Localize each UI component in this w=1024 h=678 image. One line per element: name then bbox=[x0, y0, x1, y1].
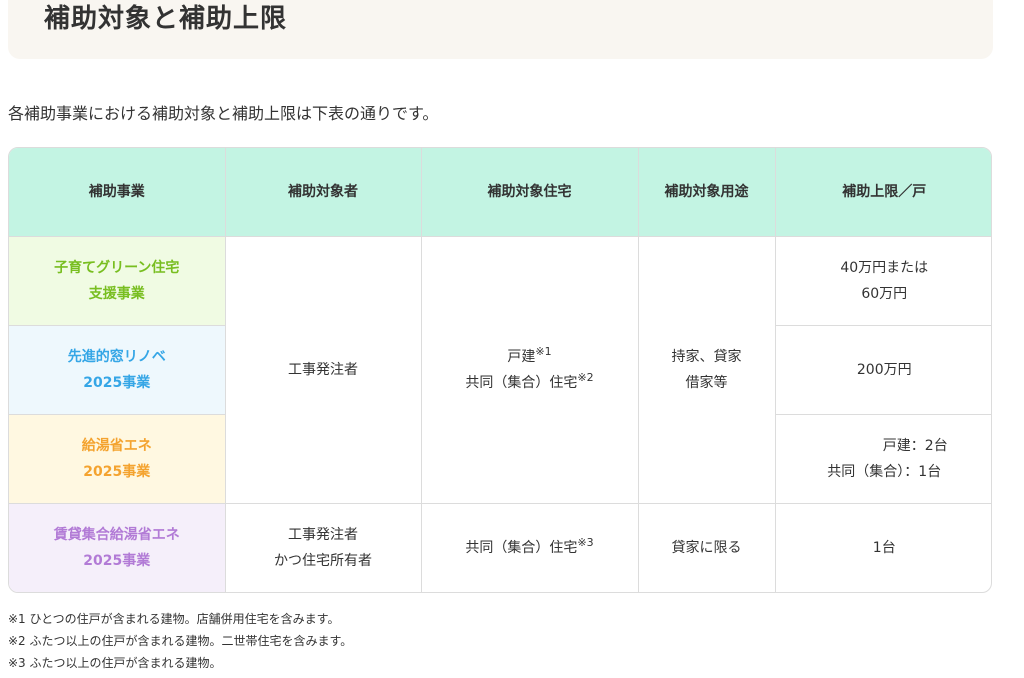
section-title: 補助対象と補助上限 bbox=[44, 4, 288, 34]
section-title-box: 補助対象と補助上限 bbox=[8, 0, 993, 59]
intro-text: 各補助事業における補助対象と補助上限は下表の通りです。 bbox=[8, 104, 439, 123]
footnote-3: ※3 ふたつ以上の住戸が含まれる建物。 bbox=[8, 656, 222, 670]
program-name-line1: 子育てグリーン住宅 bbox=[54, 260, 180, 276]
program-cell: 賃貸集合給湯省エネ 2025事業 bbox=[9, 503, 226, 592]
header-use: 補助対象用途 bbox=[637, 148, 776, 237]
cap-cell: 40万円または 60万円 bbox=[774, 236, 991, 326]
use-cell: 貸家に限る bbox=[637, 503, 776, 592]
program-cell: 先進的窓リノベ 2025事業 bbox=[9, 325, 226, 415]
header-cap: 補助上限／戸 bbox=[774, 148, 991, 237]
footnotes: ※1 ひとつの住戸が含まれる建物。店舗併用住宅を含みます。 ※2 ふたつ以上の住… bbox=[8, 608, 352, 674]
program-name-line2: 2025事業 bbox=[83, 375, 151, 391]
footnote-1: ※1 ひとつの住戸が含まれる建物。店舗併用住宅を含みます。 bbox=[8, 612, 340, 626]
housing-text: 共同（集合）住宅 bbox=[465, 540, 578, 557]
housing-cell-merged: 戸建※1 共同（集合）住宅※2 bbox=[420, 236, 639, 504]
program-name-line1: 給湯省エネ bbox=[81, 438, 152, 454]
housing-note2: ※2 bbox=[577, 371, 594, 384]
cap-line1: 戸建：2台 bbox=[882, 438, 948, 454]
target-line1: 工事発注者 bbox=[288, 527, 358, 544]
subsidy-table: 補助事業 補助対象者 補助対象住宅 補助対象用途 補助上限／戸 子育てグリーン住… bbox=[8, 147, 992, 593]
cap-cell: 200万円 bbox=[774, 325, 991, 415]
cap-value: 1台 bbox=[872, 540, 896, 557]
header-program: 補助事業 bbox=[9, 148, 226, 237]
housing-line2: 共同（集合）住宅 bbox=[465, 375, 578, 391]
target-cell: 工事発注者 かつ住宅所有者 bbox=[224, 503, 422, 592]
use-cell-merged: 持家、貸家 借家等 bbox=[637, 236, 776, 504]
header-target: 補助対象者 bbox=[224, 148, 422, 237]
program-name-line2: 2025事業 bbox=[83, 464, 151, 480]
program-name-line1: 賃貸集合給湯省エネ bbox=[53, 527, 180, 544]
cap-line2: 60万円 bbox=[861, 286, 908, 302]
program-name-line2: 2025事業 bbox=[83, 553, 151, 570]
target-text: 工事発注者 bbox=[288, 362, 358, 378]
cap-line1: 40万円または bbox=[840, 260, 929, 276]
use-line1: 持家、貸家 bbox=[671, 349, 742, 365]
housing-line1: 戸建 bbox=[507, 349, 536, 365]
table-header-row: 補助事業 補助対象者 補助対象住宅 補助対象用途 補助上限／戸 bbox=[9, 148, 991, 237]
header-housing: 補助対象住宅 bbox=[420, 148, 639, 237]
target-line2: かつ住宅所有者 bbox=[274, 553, 372, 570]
footnote-2: ※2 ふたつ以上の住戸が含まれる建物。二世帯住宅を含みます。 bbox=[8, 634, 353, 648]
housing-note1: ※1 bbox=[535, 345, 552, 358]
use-line2: 借家等 bbox=[685, 375, 728, 391]
table-row: 子育てグリーン住宅 支援事業 工事発注者 戸建※1 共同（集合）住宅※2 持家、… bbox=[9, 236, 991, 504]
use-text: 貸家に限る bbox=[671, 540, 742, 557]
cap-line2: 共同（集合）：1台 bbox=[827, 464, 942, 480]
program-cell: 給湯省エネ 2025事業 bbox=[9, 414, 226, 504]
housing-cell: 共同（集合）住宅※3 bbox=[420, 503, 639, 592]
target-cell-merged: 工事発注者 bbox=[224, 236, 422, 504]
program-name-line1: 先進的窓リノベ bbox=[67, 349, 166, 365]
cap-cell: 1台 bbox=[774, 503, 991, 592]
cap-cell: 戸建：2台 共同（集合）：1台 bbox=[774, 414, 991, 504]
cap-value: 200万円 bbox=[856, 362, 912, 378]
table-row: 賃貸集合給湯省エネ 2025事業 工事発注者 かつ住宅所有者 共同（集合）住宅※… bbox=[9, 503, 991, 592]
housing-note: ※3 bbox=[577, 536, 594, 550]
program-cell: 子育てグリーン住宅 支援事業 bbox=[9, 236, 226, 326]
program-name-line2: 支援事業 bbox=[88, 286, 145, 302]
